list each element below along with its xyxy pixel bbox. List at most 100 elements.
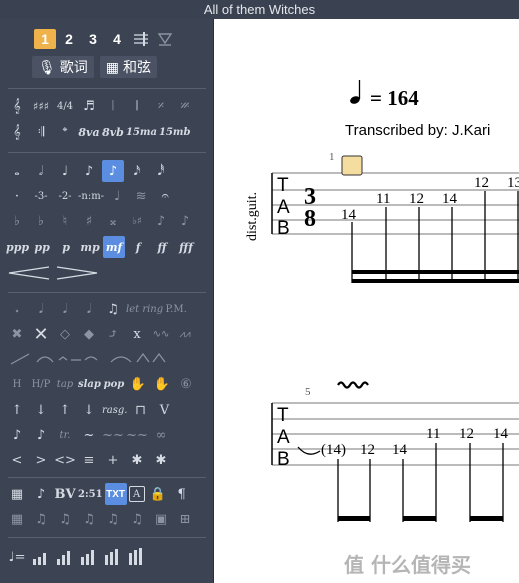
turn-icon[interactable]: ∞ [150,424,172,446]
fret-number[interactable]: 12 [409,191,424,207]
sharp-icon[interactable]: ♯ [78,210,100,232]
fret-number[interactable]: 12 [474,175,489,191]
beam-break-icon[interactable]: ♫ [78,508,100,530]
quindicesima-down-icon[interactable]: 15mb [159,121,191,143]
upstroke-icon[interactable]: ↑ [6,399,28,421]
fret-number[interactable]: 12 [360,442,375,458]
voice-1-button[interactable]: 1 [34,29,56,49]
ottava-up-icon[interactable]: 8va [78,121,100,143]
pull-off-icon[interactable]: H/P [30,373,52,395]
voice-2-button[interactable]: 2 [58,29,80,49]
staccato-icon[interactable]: 𝅘𝅥 [78,298,100,320]
dead-note-icon[interactable]: ✖ [6,323,28,345]
grace-note-after-icon[interactable]: ♪ [174,210,196,232]
chords-button[interactable]: ▦ 和弦 [99,56,158,78]
tenuto-icon[interactable]: ≡ [78,449,100,471]
vibrato-icon[interactable]: ∿∿ [150,323,172,345]
tremolo-icon[interactable]: ≋ [130,185,152,207]
duplet-icon[interactable]: -2- [54,185,76,207]
left-hand-icon[interactable]: ✋ [127,373,149,395]
dynamic-pp-button[interactable]: pp [31,236,53,258]
double-sharp-icon[interactable]: 𝄪 [102,210,124,232]
natural-icon[interactable]: ♮ [54,210,76,232]
dynamic-fff-button[interactable]: fff [175,236,197,258]
text-button[interactable]: TXT [104,483,127,505]
brush-up-icon[interactable]: ↑ [54,399,76,421]
right-hand-icon[interactable]: ✋ [151,373,173,395]
time-signature-icon[interactable]: 4/4 [54,95,76,117]
custom-tuplet-icon[interactable]: -n:m- [78,185,104,207]
tempo-equals-icon[interactable]: ♩= [6,546,28,568]
fret-number[interactable]: 14 [493,426,509,442]
slide-icons-group[interactable] [6,348,106,370]
fret-number[interactable]: 14 [442,191,458,207]
whammy-icon[interactable]: ~~ [102,424,124,446]
fret-number[interactable]: 11 [426,426,440,442]
pick-up-icon[interactable]: V [153,399,175,421]
double-barline-icon[interactable]: 𝄁 [126,95,148,117]
trill-button[interactable]: tr. [54,424,76,446]
plus-icon[interactable]: + [102,449,124,471]
wide-vibrato-icon[interactable]: ⩘⩘ [174,323,196,345]
barre-button[interactable]: BV [54,483,76,505]
key-signature-icon[interactable]: ♯♯♯ [30,95,52,117]
harmonic-icon[interactable]: ◇ [54,323,76,345]
let-ring-button[interactable]: let ring [126,298,163,320]
voice-arrow-icon[interactable] [154,28,176,50]
crescendo-icon[interactable] [6,262,52,284]
scratch-icon[interactable]: x [126,323,148,345]
brush-down-icon[interactable]: ↓ [78,399,100,421]
pop-button[interactable]: pop [103,373,125,395]
slur-notes-icon[interactable]: ♫ [102,298,124,320]
pedal-release-icon[interactable]: ✱ [150,449,172,471]
crescendo-mark-icon[interactable]: < [6,449,28,471]
score-view[interactable]: = 164 Transcribed by: J.Kari dist.guit. … [213,19,519,583]
simile-icon[interactable]: 𝄎 [150,95,172,117]
fermata-icon[interactable]: 𝄐 [154,185,176,207]
rasgueado-button[interactable]: rasg. [102,399,127,421]
ottava-down-icon[interactable]: 8vb [102,121,124,143]
decrescendo-icon[interactable] [54,262,100,284]
annotation-button[interactable]: A [128,486,145,502]
string-number-icon[interactable]: ⑥ [175,373,197,395]
auto-beam-icon[interactable]: ♫ [30,508,52,530]
tie-icon[interactable]: ♩ [106,185,128,207]
thirty-second-note-icon[interactable]: 𝅘𝅥𝅯 [126,160,148,182]
auto-stem-icon[interactable]: ♫ [126,508,148,530]
dynamic-mf-button[interactable]: mf [103,236,126,258]
fret-number[interactable]: 11 [376,191,390,207]
double-flat-icon[interactable]: ♭ [6,210,28,232]
multi-voice-icon[interactable] [130,28,152,50]
pedal-icon[interactable]: ✱ [126,449,148,471]
chord-diagram-icon[interactable]: ▦ [6,483,28,505]
slur-icons-group[interactable] [108,348,168,370]
fret-number[interactable]: 14 [341,207,357,223]
eighth-note-icon[interactable]: ♪ [78,160,100,182]
fret-number[interactable]: 12 [459,426,474,442]
tremolo-picking-icon[interactable]: ~ [78,424,100,446]
dynamic-ppp-button[interactable]: ppp [6,236,29,258]
ghost-note-icon[interactable]: 𝆺 [6,298,28,320]
muted-note-icon[interactable]: ✕ [30,323,52,345]
voice-3-button[interactable]: 3 [82,29,104,49]
lock-icon[interactable]: 🔒 [147,483,169,505]
dot-icon[interactable]: · [6,185,28,207]
grace-icon[interactable]: ♪ [6,424,28,446]
dynamic-p-button[interactable]: p [55,236,77,258]
pick-down-icon[interactable]: ⊓ [129,399,151,421]
voice-4-button[interactable]: 4 [106,29,128,49]
dynamic-mp-button[interactable]: mp [79,236,101,258]
triplet-icon[interactable]: -3- [30,185,52,207]
fret-number[interactable]: 13 [507,175,519,191]
grace-before-icon[interactable]: ♪ [30,424,52,446]
swell-icon[interactable]: <> [54,449,76,471]
pilcrow-icon[interactable]: ¶ [171,483,193,505]
decrescendo-mark-icon[interactable]: > [30,449,52,471]
input-cursor[interactable] [341,155,363,176]
repeat-open-icon[interactable]: 𝄞 [6,121,28,143]
free-time-icon[interactable]: ♪ [30,483,52,505]
triplet-feel-icon[interactable]: ♬ [78,95,100,117]
auto-beam-alt-icon[interactable]: ♫ [54,508,76,530]
fret-number[interactable]: (14) [321,442,346,458]
auto-chord-icon[interactable]: ▦ [6,508,28,530]
